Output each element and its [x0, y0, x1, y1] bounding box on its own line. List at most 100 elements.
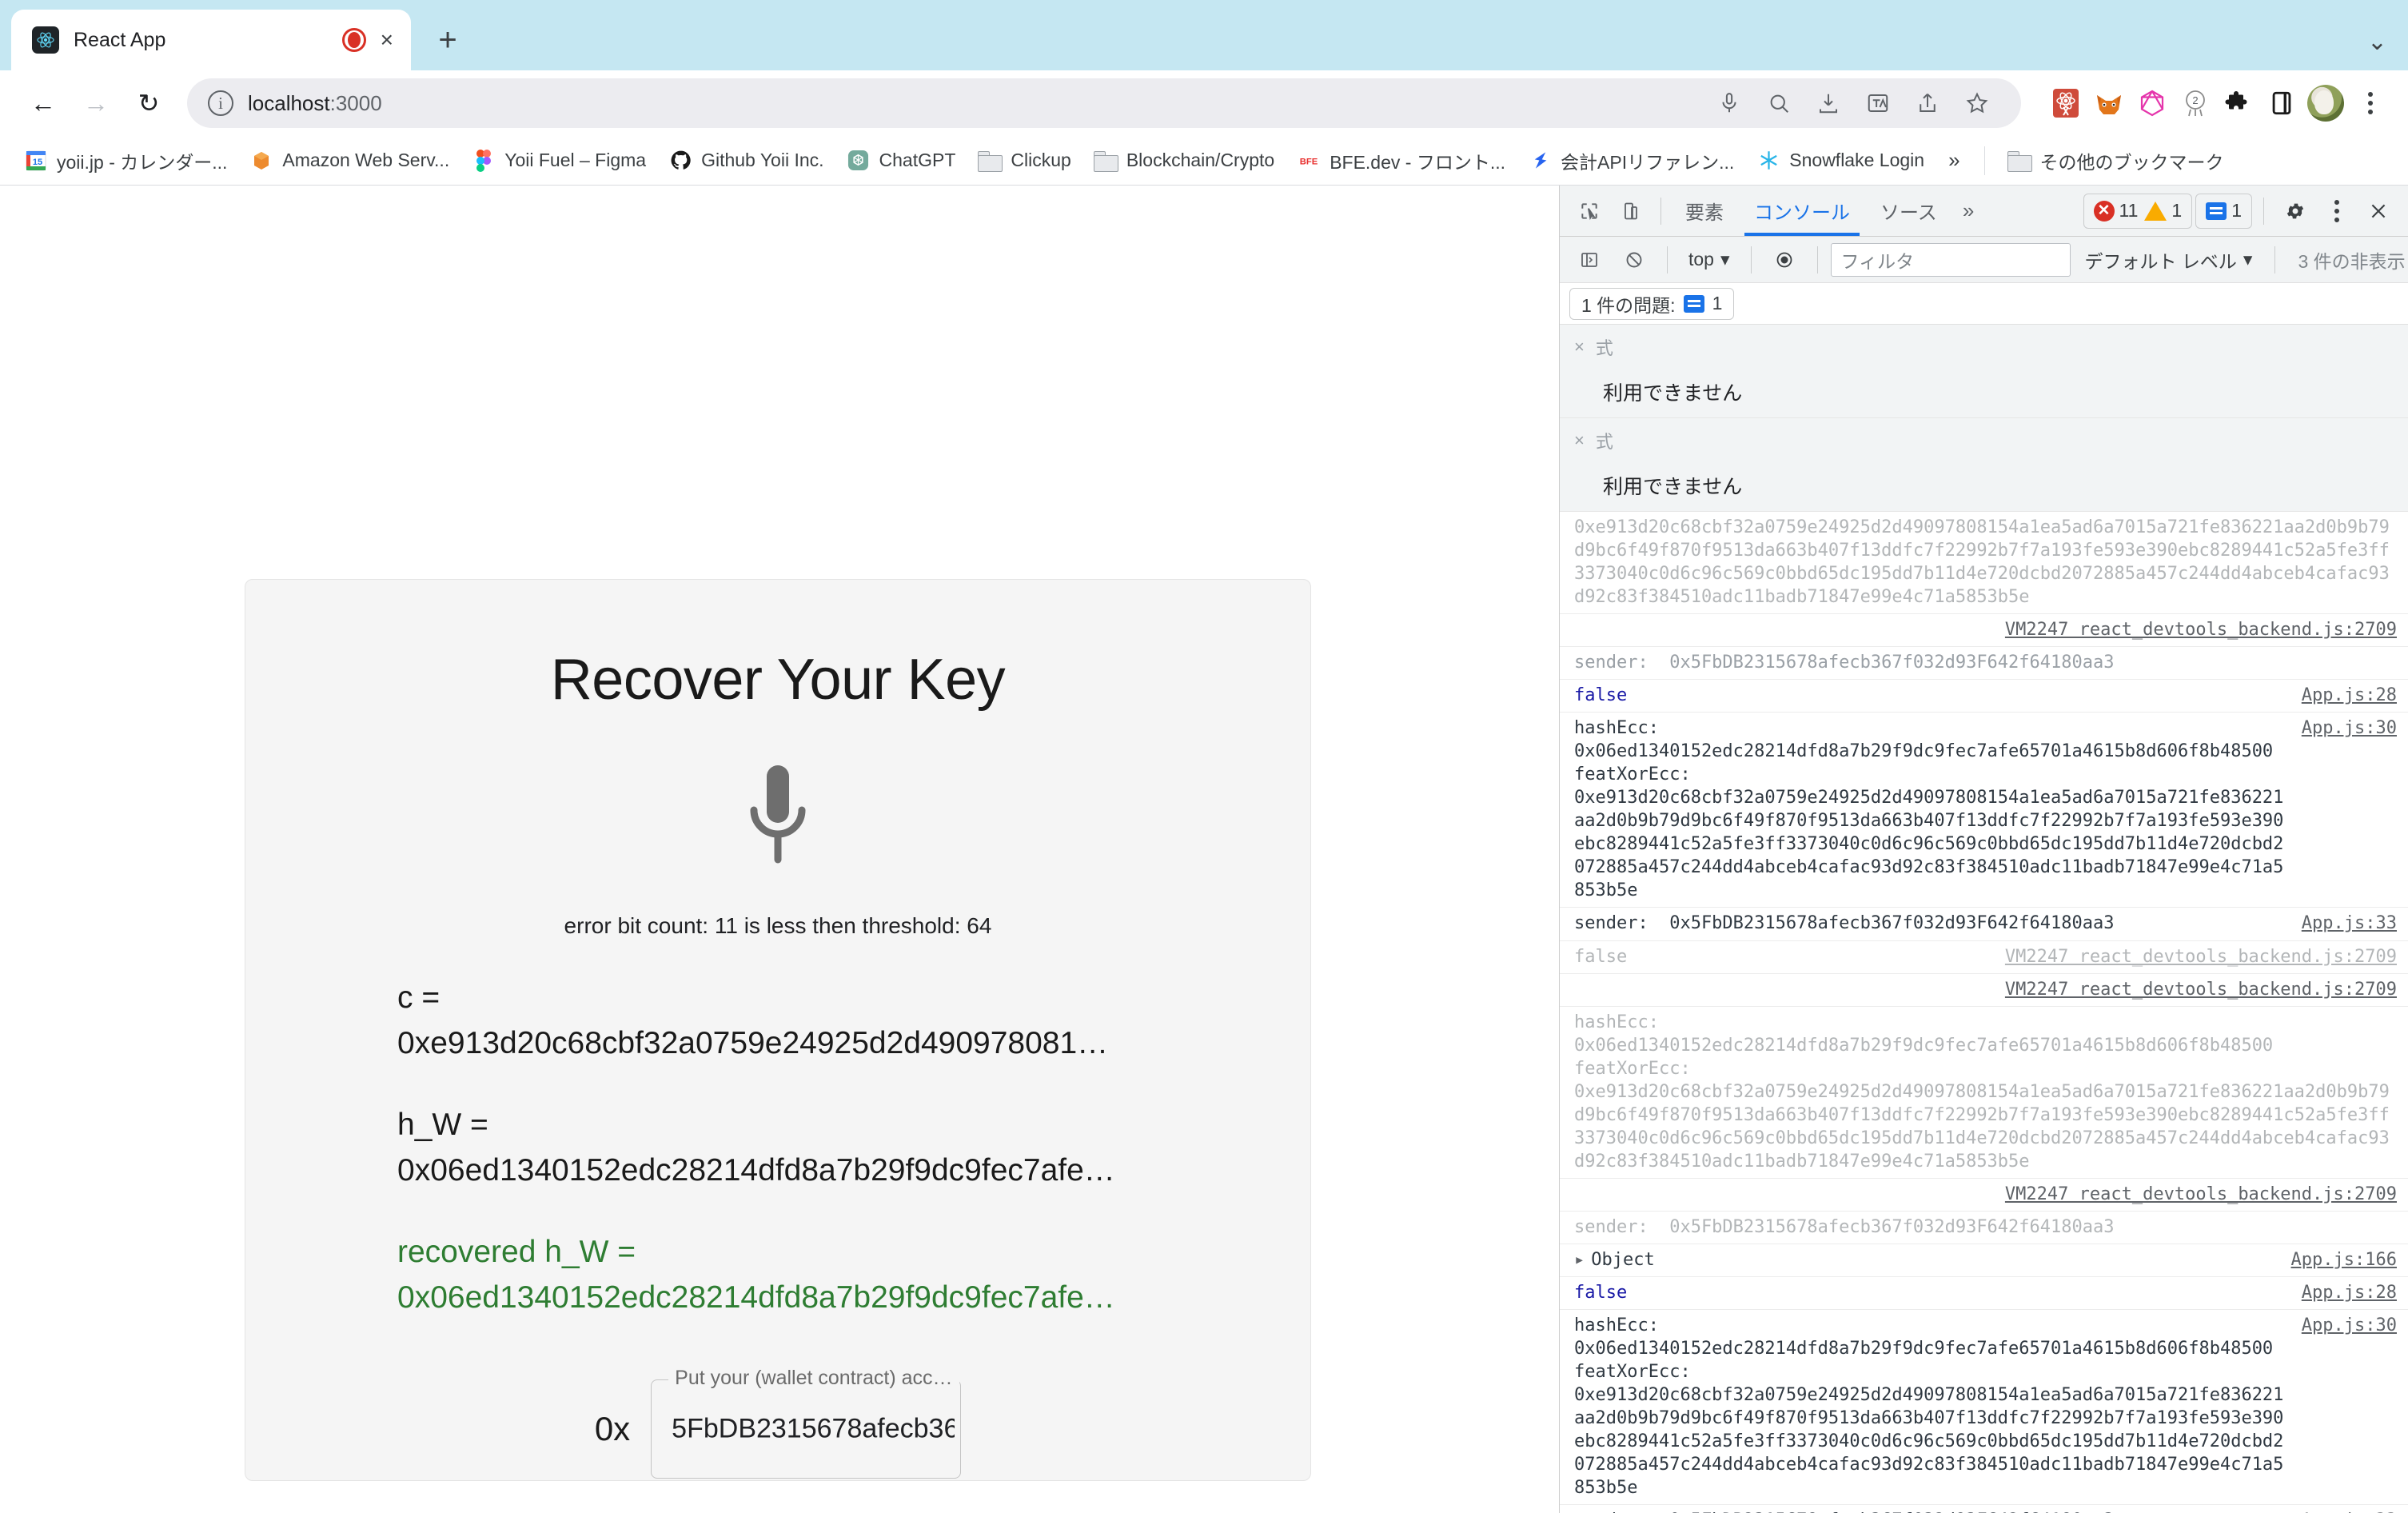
console-log-source-link[interactable]: App.js:28 [2302, 1281, 2397, 1304]
devtools-tabbar: 要素 コンソール ソース » ✕ 11 1 1 [1560, 186, 2408, 237]
bookmark-aws[interactable]: Amazon Web Serv... [240, 143, 459, 178]
console-output[interactable]: × 式 利用できません × 式 利用できません 0xe913d20c68cbf3… [1560, 325, 2408, 1513]
search-icon[interactable] [1756, 80, 1802, 126]
puzzle-extensions-icon[interactable] [2221, 86, 2256, 121]
download-icon[interactable] [1805, 80, 1852, 126]
console-log-source-link[interactable]: VM2247 react_devtools_backend.js:2709 [2005, 978, 2397, 1001]
console-log-source-link[interactable]: App.js:30 [2302, 1314, 2397, 1337]
console-log-row[interactable]: VM2247 react_devtools_backend.js:2709 [1560, 1179, 2408, 1212]
bookmark-other-bookmarks[interactable]: その他のブックマーク [1998, 142, 2234, 180]
console-log-source-link[interactable]: App.js:30 [2302, 717, 2397, 740]
tab-sources[interactable]: ソース [1866, 186, 1952, 236]
github-icon [668, 149, 692, 173]
console-log-row[interactable]: sender: 0x5FbDB2315678afecb367f032d93F64… [1560, 908, 2408, 941]
browser-tab-react-app[interactable]: React App × [11, 10, 411, 70]
address-bar[interactable]: i localhost:3000 [187, 78, 2021, 128]
console-log-source-link[interactable]: VM2247 react_devtools_backend.js:2709 [2005, 1183, 2397, 1206]
wallet-address-value[interactable]: 5FbDB2315678afecb36… [672, 1414, 955, 1445]
console-log-source-link[interactable]: VM2247 react_devtools_backend.js:2709 [2005, 618, 2397, 641]
console-log-row[interactable]: ▸ Object App.js:166 [1560, 1244, 2408, 1277]
console-level-select[interactable]: デフォルト レベル ▾ [2075, 246, 2262, 273]
tabs-overflow-button[interactable]: » [1953, 198, 1983, 223]
bookmark-label: ChatGPT [879, 150, 956, 170]
console-log-row[interactable]: sender: 0x5FbDB2315678afecb367f032d93F64… [1560, 647, 2408, 681]
console-sidebar-icon[interactable] [1569, 240, 1609, 280]
window-chevron-icon[interactable]: ⌄ [2367, 28, 2387, 56]
metamask-extension-icon[interactable] [2091, 86, 2127, 121]
divider [1660, 197, 1661, 225]
console-log-text: sender: 0x5FbDB2315678afecb367f032d93F64… [1574, 653, 2115, 673]
profile-avatar[interactable] [2307, 85, 2344, 122]
bookmark-chatgpt[interactable]: ChatGPT [837, 143, 966, 178]
console-log-source-link[interactable]: App.js:33 [2302, 912, 2397, 935]
live-expression-icon[interactable] [1764, 240, 1804, 280]
tab-console[interactable]: コンソール [1740, 186, 1864, 236]
chrome-menu-icon[interactable] [2352, 92, 2389, 114]
issue-counts[interactable]: ✕ 11 1 [2083, 193, 2193, 229]
mic-icon[interactable] [1706, 80, 1752, 126]
graphql-extension-icon[interactable] [2135, 86, 2170, 121]
close-tab-button[interactable]: × [381, 29, 393, 51]
bookmark-clickup[interactable]: Clickup [968, 143, 1080, 178]
bookmark-bfe-dev[interactable]: BFE BFE.dev - フロント... [1287, 142, 1515, 180]
url-port: :3000 [329, 90, 382, 115]
remove-expression-button[interactable]: × [1574, 430, 1585, 451]
console-filter-input[interactable]: フィルタ [1830, 242, 2071, 277]
console-log-row[interactable]: sender: 0x5FbDB2315678afecb367f032d93F64… [1560, 1212, 2408, 1244]
warning-count-badge[interactable]: 1 [2144, 200, 2182, 222]
console-log-row[interactable]: false App.js:28 [1560, 680, 2408, 713]
execution-context-select[interactable]: top ▾ [1680, 249, 1738, 270]
close-devtools-icon[interactable] [2358, 191, 2398, 231]
divider [1667, 246, 1668, 273]
console-log-row[interactable]: hashEcc: 0x06ed1340152edc28214dfd8a7b29f… [1560, 1007, 2408, 1179]
live-expression-row[interactable]: × 式 利用できません [1560, 325, 2408, 418]
clear-console-icon[interactable] [1614, 240, 1654, 280]
bookmark-github-yoii[interactable]: Github Yoii Inc. [659, 143, 833, 178]
react-devtools-extension-icon[interactable] [2048, 86, 2083, 121]
bookmark-blockchain-crypto[interactable]: Blockchain/Crypto [1084, 143, 1284, 178]
wallet-address-label: Put your (wallet contract) acc… [668, 1367, 959, 1391]
expand-object-caret-icon[interactable]: ▸ [1574, 1248, 1585, 1271]
microphone-icon[interactable] [741, 762, 815, 868]
bookmark-snowflake-login[interactable]: Snowflake Login [1747, 143, 1934, 178]
side-panel-icon[interactable] [2264, 86, 2299, 121]
console-log-source-link[interactable]: App.js:33 [2302, 1509, 2397, 1513]
console-log-source-link[interactable]: VM2247 react_devtools_backend.js:2709 [2005, 945, 2397, 968]
forward-button[interactable]: → [72, 79, 120, 127]
translate-icon[interactable] [1855, 80, 1901, 126]
new-tab-button[interactable]: + [424, 16, 472, 64]
apollo-extension-icon[interactable]: 2 [2178, 86, 2213, 121]
issues-chip[interactable]: 1 件の問題: 1 [1569, 287, 1735, 320]
back-button[interactable]: ← [19, 79, 67, 127]
reload-button[interactable]: ↻ [125, 79, 173, 127]
more-options-icon[interactable] [2318, 199, 2355, 222]
error-count-badge[interactable]: ✕ 11 [2093, 200, 2138, 222]
console-log-row[interactable]: VM2247 react_devtools_backend.js:2709 [1560, 974, 2408, 1007]
wallet-address-input[interactable]: Put your (wallet contract) acc… 5FbDB231… [651, 1367, 962, 1479]
inspect-element-icon[interactable] [1569, 191, 1609, 231]
bookmark-accounting-api-reference[interactable]: 会計APIリファレン... [1518, 142, 1744, 180]
web-page: Recover Your Key error bit count: 11 is … [0, 186, 1559, 1513]
live-expression-row[interactable]: × 式 利用できません [1560, 418, 2408, 512]
console-log-row[interactable]: sender: 0x5FbDB2315678afecb367f032d93F64… [1560, 1505, 2408, 1513]
bookmark-yoii-fuel-figma[interactable]: Yoii Fuel – Figma [462, 143, 656, 178]
console-log-row[interactable]: false App.js:28 [1560, 1277, 2408, 1310]
info-count-badge[interactable]: 1 [2195, 193, 2252, 229]
console-log-row[interactable]: VM2247 react_devtools_backend.js:2709 [1560, 614, 2408, 648]
settings-gear-icon[interactable] [2275, 191, 2315, 231]
bookmark-star-icon[interactable] [1954, 80, 2000, 126]
device-toolbar-icon[interactable] [1611, 191, 1651, 231]
console-log-row[interactable]: hashEcc: 0x06ed1340152edc28214dfd8a7b29f… [1560, 713, 2408, 908]
tab-elements[interactable]: 要素 [1671, 186, 1738, 236]
bookmarks-overflow-button[interactable]: » [1937, 148, 1971, 173]
share-icon[interactable] [1904, 80, 1951, 126]
react-logo-icon [32, 26, 59, 54]
site-info-icon[interactable]: i [208, 90, 233, 116]
console-log-source-link[interactable]: App.js:166 [2291, 1248, 2397, 1271]
console-log-row[interactable]: false VM2247 react_devtools_backend.js:27… [1560, 941, 2408, 974]
console-log-row[interactable]: hashEcc: 0x06ed1340152edc28214dfd8a7b29f… [1560, 1310, 2408, 1506]
bookmark-yoii-calendar[interactable]: 15 yoii.jp - カレンダー... [14, 142, 237, 180]
console-log-source-link[interactable]: App.js:28 [2302, 684, 2397, 707]
console-log-row[interactable]: 0xe913d20c68cbf32a0759e24925d2d490978081… [1560, 512, 2408, 615]
remove-expression-button[interactable]: × [1574, 337, 1585, 357]
